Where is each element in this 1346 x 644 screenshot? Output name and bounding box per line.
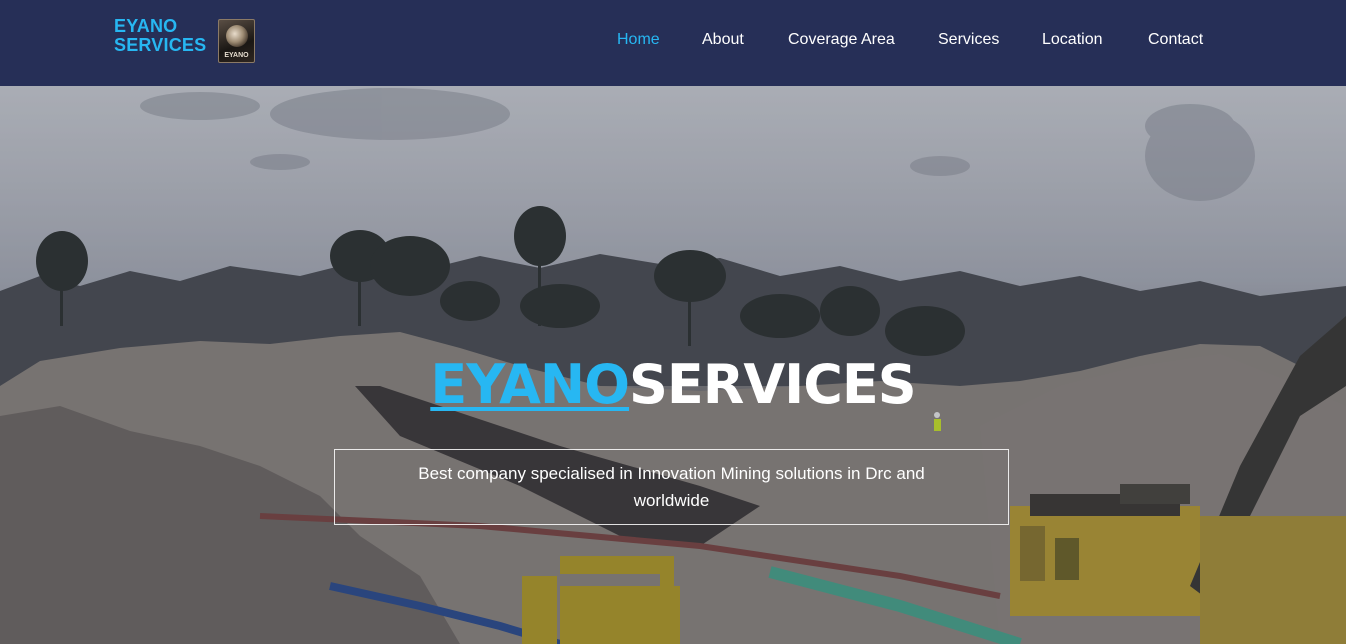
nav-services[interactable]: Services: [938, 31, 999, 49]
nav-contact[interactable]: Contact: [1148, 31, 1203, 49]
hero-section: EYANOSERVICES Best company specialised i…: [0, 86, 1346, 644]
logo-wordmark: EYANO: [224, 52, 249, 59]
nav-about[interactable]: About: [702, 31, 744, 49]
hero-title-accent: EYANO: [430, 353, 630, 416]
nav-coverage-area[interactable]: Coverage Area: [788, 31, 895, 49]
hero-tagline: Best company specialised in Innovation M…: [418, 464, 925, 510]
main-nav: Home About Coverage Area Services Locati…: [0, 31, 1346, 53]
hero-title: EYANOSERVICES: [0, 354, 1346, 416]
hero-title-main: SERVICES: [629, 353, 917, 416]
nav-home[interactable]: Home: [617, 31, 660, 49]
tagline-box: Best company specialised in Innovation M…: [334, 449, 1009, 525]
navbar: EYANO SERVICES EYANO Home About Coverage…: [0, 0, 1346, 86]
nav-location[interactable]: Location: [1042, 31, 1103, 49]
